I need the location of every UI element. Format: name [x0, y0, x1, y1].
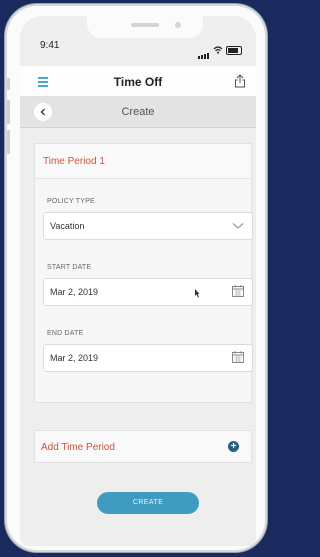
end-date-value: Mar 2, 2019 [50, 353, 99, 363]
subheader: Create [20, 97, 256, 128]
speaker [131, 23, 159, 27]
policy-type-label: POLICY TYPE [47, 198, 95, 205]
start-date-value: Mar 2, 2019 [50, 287, 99, 297]
phone-frame: 9:41 Time Off Create Time Period 1 POLIC… [7, 6, 265, 550]
start-date-label: START DATE [47, 264, 92, 271]
screen: 9:41 Time Off Create Time Period 1 POLIC… [20, 16, 256, 546]
time-period-title: Time Period 1 [43, 156, 105, 167]
calendar-icon[interactable] [232, 285, 244, 297]
chevron-down-icon [232, 223, 244, 229]
cursor-icon [195, 289, 200, 298]
subheader-title: Create [121, 106, 155, 118]
start-date-field[interactable]: Mar 2, 2019 [43, 278, 253, 306]
status-time: 9:41 [40, 40, 60, 51]
add-time-period-label: Add Time Period [41, 442, 115, 453]
create-button[interactable]: CREATE [97, 492, 199, 514]
mute-switch [7, 78, 10, 90]
page-title: Time Off [113, 75, 163, 89]
app-header: Time Off [20, 66, 256, 97]
plus-circle-icon[interactable]: + [228, 441, 239, 452]
add-time-period-row[interactable]: Add Time Period + [34, 430, 252, 463]
signal-icon [198, 41, 210, 59]
calendar-icon[interactable] [232, 351, 244, 363]
camera [175, 22, 181, 28]
battery-icon [226, 45, 242, 55]
share-icon[interactable] [234, 74, 246, 88]
notch [87, 16, 203, 38]
volume-up-button [7, 100, 10, 124]
time-period-header: Time Period 1 [35, 144, 251, 179]
wifi-icon [213, 46, 223, 54]
end-date-field[interactable]: Mar 2, 2019 [43, 344, 253, 372]
end-date-label: END DATE [47, 330, 84, 337]
time-period-card: Time Period 1 POLICY TYPE Vacation START… [34, 143, 253, 403]
policy-type-value: Vacation [50, 221, 85, 231]
volume-down-button [7, 130, 10, 154]
status-icons [198, 41, 242, 59]
policy-type-select[interactable]: Vacation [43, 212, 253, 240]
